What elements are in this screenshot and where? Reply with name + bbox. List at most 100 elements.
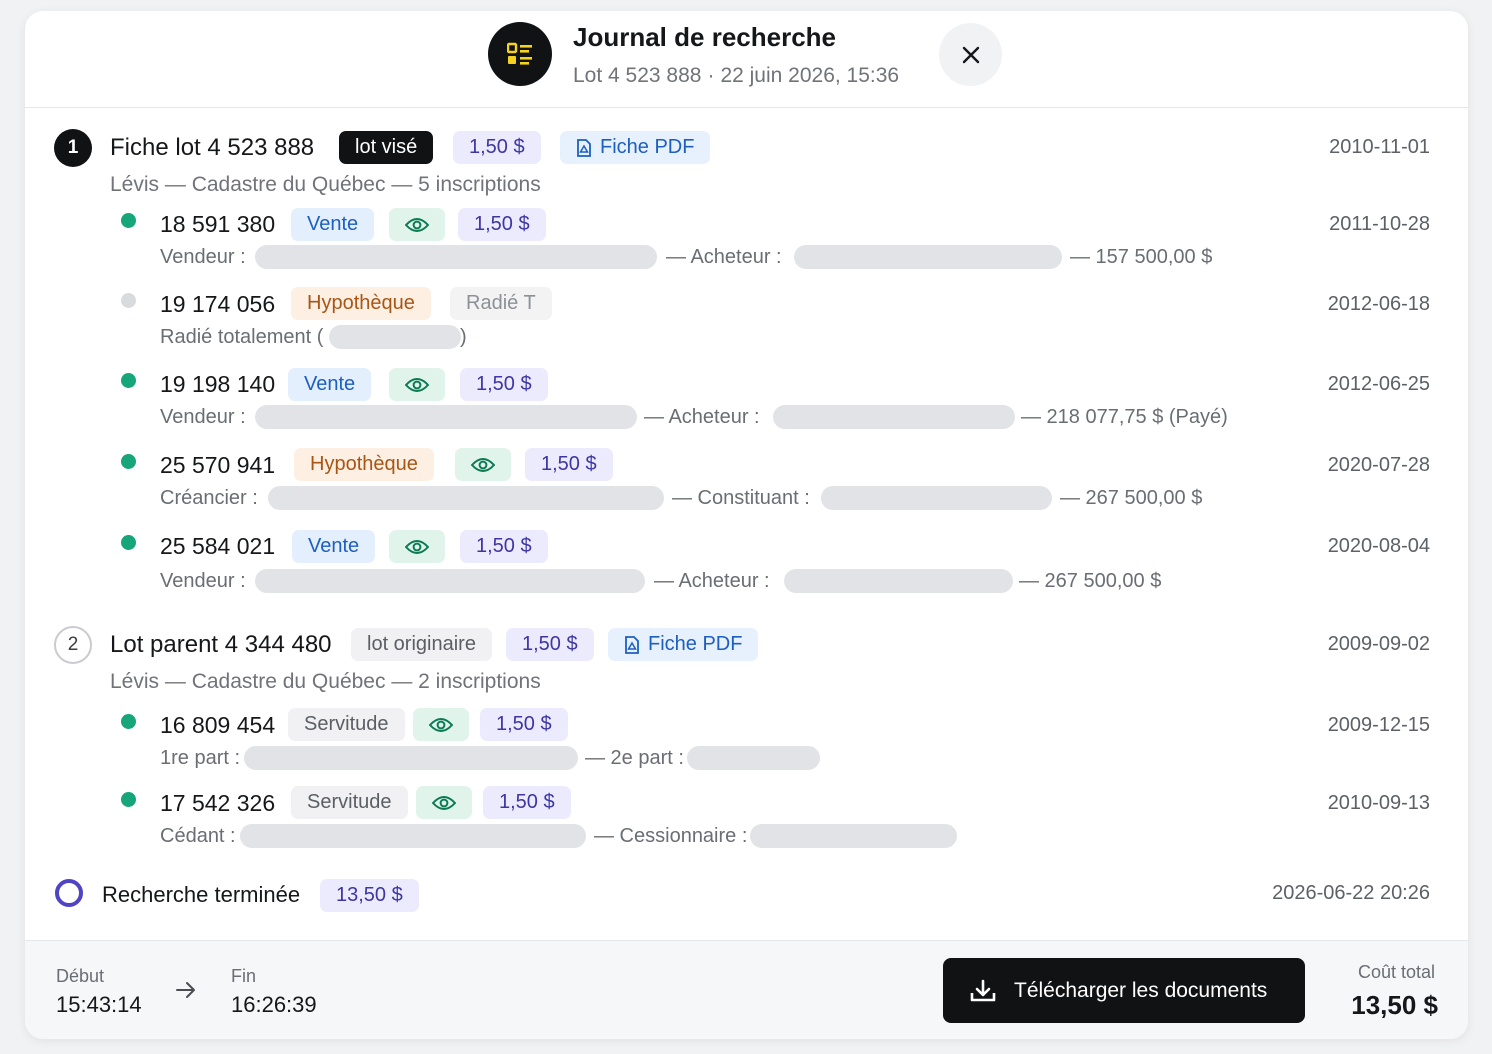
view-button[interactable] xyxy=(389,368,445,401)
total-cost-label: Coût total xyxy=(1357,962,1435,982)
logo xyxy=(488,22,552,86)
header: Journal de recherche Lot 4 523 888 · 22 ju… xyxy=(25,11,1468,108)
redacted-field xyxy=(687,746,820,770)
price-tag: 1,50 $ xyxy=(460,368,548,401)
total-price-tag: 13,50 $ xyxy=(320,879,419,912)
section-title: Fiche lot 4 523 888 xyxy=(110,134,315,161)
party-label: — Acheteur : xyxy=(644,406,760,428)
pdf-icon xyxy=(625,635,639,654)
pdf-button[interactable]: Fiche PDF xyxy=(560,131,711,164)
redacted-field xyxy=(255,245,657,269)
inscription-number: 18 591 380 xyxy=(160,211,276,237)
pdf-label: Fiche PDF xyxy=(648,633,743,655)
redacted-field xyxy=(268,486,664,510)
party-label: — Acheteur : xyxy=(654,570,770,592)
redacted-field xyxy=(821,486,1052,510)
inscription-number: 19 174 056 xyxy=(160,291,276,317)
redacted-field xyxy=(794,245,1062,269)
role-tag: lot originaire xyxy=(351,628,492,661)
role-tag: lot visé xyxy=(339,131,434,164)
list-icon xyxy=(507,42,532,65)
footer: Début 15:43:14 Fin 16:26:39 Télécharger … xyxy=(25,940,1468,1039)
pdf-icon xyxy=(577,138,591,157)
lot-number: Lot 4 523 888 xyxy=(573,64,702,87)
view-button[interactable] xyxy=(455,448,511,481)
party-label: — Acheteur : xyxy=(666,246,782,268)
party-label: — Constituant : xyxy=(672,487,810,509)
price-tag: 1,50 $ xyxy=(460,530,548,563)
type-tag: Vente xyxy=(292,530,376,563)
eye-icon xyxy=(471,457,495,472)
type-tag: Vente xyxy=(288,368,372,401)
finished-datetime: 2026-06-22 20:26 xyxy=(1272,882,1430,904)
page-subtitle: Lot 4 523 888 · 22 juin 2026, 15:36 xyxy=(573,64,899,88)
download-icon xyxy=(970,979,996,1001)
party-label: Cédant : xyxy=(160,825,236,847)
type-tag: Servitude xyxy=(288,708,405,741)
eye-icon xyxy=(405,217,429,232)
download-documents-button[interactable]: Télécharger les documents xyxy=(943,958,1305,1023)
total-cost-value: 13,50 $ xyxy=(1351,990,1438,1020)
view-button[interactable] xyxy=(389,530,445,563)
status-dot xyxy=(121,792,136,807)
redacted-field xyxy=(773,405,1015,429)
price-tag: 1,50 $ xyxy=(525,448,613,481)
price-tag: 1,50 $ xyxy=(458,208,546,241)
arrow-right-icon xyxy=(176,982,195,998)
start-time: 15:43:14 xyxy=(56,992,142,1017)
section-date: 2010-11-01 xyxy=(1329,136,1430,158)
entry-date: 2011-10-28 xyxy=(1329,213,1430,235)
type-tag: Vente xyxy=(291,208,375,241)
redacted-field xyxy=(329,325,461,349)
party-label: Vendeur : xyxy=(160,406,246,428)
party-label: Créancier : xyxy=(160,487,258,509)
status-dot xyxy=(121,373,136,388)
price-tag: 1,50 $ xyxy=(453,131,541,164)
search-datetime: 22 juin 2026, 15:36 xyxy=(720,64,900,87)
status-dot xyxy=(121,714,136,729)
entry-date: 2010-09-13 xyxy=(1327,792,1430,814)
party-label: 1re part : xyxy=(160,747,241,769)
redacted-field xyxy=(750,824,957,848)
eye-icon xyxy=(432,795,456,810)
entry-date: 2009-12-15 xyxy=(1327,714,1430,736)
redacted-field xyxy=(255,405,637,429)
download-label: Télécharger les documents xyxy=(1014,978,1268,1002)
redacted-field xyxy=(240,824,586,848)
redacted-field xyxy=(244,746,578,770)
entry-date: 2012-06-18 xyxy=(1327,293,1430,315)
party-label: Vendeur : xyxy=(160,246,246,268)
type-tag: Hypothèque xyxy=(294,448,434,481)
status-badge: Radié T xyxy=(450,287,552,320)
type-tag: Servitude xyxy=(291,786,408,819)
separator: · xyxy=(707,64,715,87)
party-label: Vendeur : xyxy=(160,570,246,592)
pdf-label: Fiche PDF xyxy=(600,136,695,158)
view-button[interactable] xyxy=(416,786,472,819)
start-label: Début xyxy=(56,966,105,986)
eye-icon xyxy=(405,539,429,554)
close-button[interactable] xyxy=(939,23,1002,86)
party-label: — 2e part : xyxy=(585,747,684,769)
pdf-button[interactable]: Fiche PDF xyxy=(608,628,759,661)
radiation-label: Radié totalement ( xyxy=(160,326,324,348)
section-subtitle: Lévis — Cadastre du Québec — 5 inscripti… xyxy=(110,173,541,196)
search-log-card: Journal de recherche Lot 4 523 888 · 22 ju… xyxy=(25,11,1468,1039)
status-dot xyxy=(121,293,136,308)
finished-indicator xyxy=(55,879,83,907)
amount: — 267 500,00 $ xyxy=(1019,570,1162,592)
close-icon xyxy=(962,46,979,63)
inscription-number: 16 809 454 xyxy=(160,712,276,738)
view-button[interactable] xyxy=(413,708,469,741)
inscription-number: 25 584 021 xyxy=(160,533,276,559)
view-button[interactable] xyxy=(389,208,445,241)
inscription-number: 17 542 326 xyxy=(160,790,276,816)
step-number: 2 xyxy=(54,626,92,664)
step-number: 1 xyxy=(54,129,92,167)
type-tag: Hypothèque xyxy=(291,287,431,320)
price-tag: 1,50 $ xyxy=(480,708,568,741)
eye-icon xyxy=(429,717,453,732)
entry-date: 2020-07-28 xyxy=(1327,454,1430,476)
end-label: Fin xyxy=(231,966,257,986)
end-time: 16:26:39 xyxy=(231,992,317,1017)
